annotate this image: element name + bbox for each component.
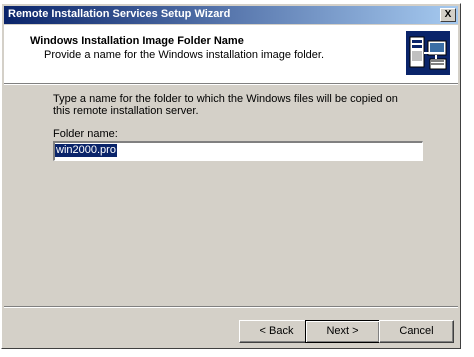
close-icon: X	[444, 9, 452, 20]
folder-name-input[interactable]	[53, 141, 423, 161]
title-bar[interactable]: Remote Installation Services Setup Wizar…	[4, 6, 458, 24]
header-divider	[4, 83, 458, 85]
page-title: Windows Installation Image Folder Name	[30, 35, 244, 47]
wizard-icon	[406, 31, 450, 75]
cancel-button[interactable]: Cancel	[379, 320, 454, 343]
folder-name-label: Folder name:	[53, 128, 118, 140]
window-title: Remote Installation Services Setup Wizar…	[8, 8, 231, 20]
button-divider	[4, 306, 458, 308]
wizard-header: Windows Installation Image Folder Name P…	[4, 25, 458, 83]
back-button[interactable]: < Back	[239, 320, 314, 343]
instructions-text: Type a name for the folder to which the …	[53, 93, 398, 117]
wizard-window: Remote Installation Services Setup Wizar…	[1, 3, 461, 349]
page-subtitle: Provide a name for the Windows installat…	[44, 49, 325, 61]
close-button[interactable]: X	[440, 8, 456, 22]
next-button[interactable]: Next >	[305, 320, 380, 343]
